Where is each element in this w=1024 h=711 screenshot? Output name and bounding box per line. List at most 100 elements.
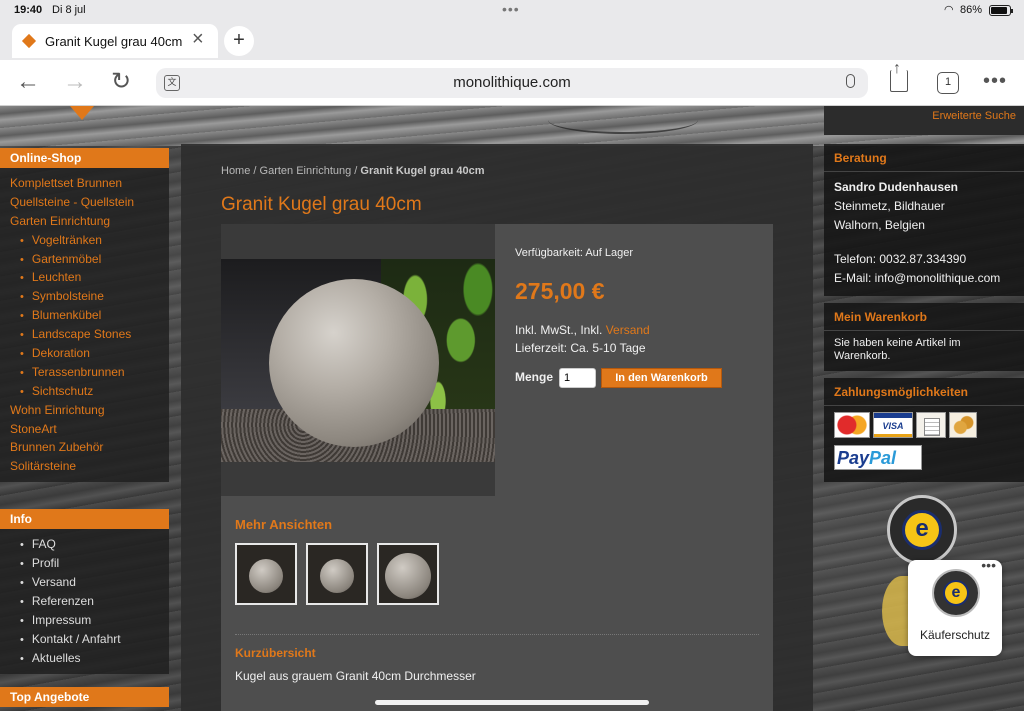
submenu-item[interactable]: Terassenbrunnen [0, 363, 169, 382]
left-sidebar: Online-Shop Komplettset Brunnen Quellste… [0, 148, 169, 708]
advice-box: Beratung Sandro Dudenhausen Steinmetz, B… [824, 144, 1024, 296]
payment-title: Zahlungsmöglichkeiten [824, 378, 1024, 406]
browser-tab[interactable]: Granit Kugel grau 40cm × [12, 24, 218, 58]
paypal-pay: Pay [837, 448, 870, 468]
more-menu-icon[interactable]: ••• [983, 70, 1007, 93]
home-indicator[interactable] [375, 700, 649, 705]
menu-item[interactable]: Quellsteine - Quellstein [0, 193, 169, 212]
invoice-icon [916, 412, 946, 438]
buyer-protection-widget[interactable]: ••• e Käuferschutz [908, 557, 1002, 656]
payment-box: Zahlungsmöglichkeiten VISA PayPal [824, 378, 1024, 482]
shop-menu: Komplettset Brunnen Quellsteine - Quells… [0, 168, 169, 483]
forward-icon[interactable]: → [63, 68, 87, 96]
header-decoration [548, 106, 698, 134]
visa-icon: VISA [873, 412, 913, 438]
advanced-search-link[interactable]: Erweiterte Suche [932, 110, 1016, 122]
back-icon[interactable]: ← [16, 68, 40, 96]
product-price: 275,00 € [515, 278, 605, 304]
thumbnail[interactable] [306, 543, 368, 605]
menu-item[interactable]: Garten Einrichtung [0, 212, 169, 231]
share-icon[interactable] [890, 60, 908, 92]
tax-info: Inkl. MwSt., Inkl. Versand [515, 323, 650, 337]
quantity-input[interactable] [559, 368, 596, 388]
menu-item[interactable]: Komplettset Brunnen [0, 174, 169, 193]
site-logo[interactable] [70, 106, 94, 122]
thumbnail[interactable] [235, 543, 297, 605]
trusted-shops-seal-icon[interactable]: e [887, 495, 957, 565]
advisor-name: Sandro Dudenhausen [834, 180, 959, 194]
availability-text: Verfügbarkeit: Auf Lager [515, 247, 634, 259]
info-menu: FAQ Profil Versand Referenzen Impressum … [0, 529, 169, 675]
breadcrumb-category[interactable]: Garten Einrichtung [260, 165, 352, 177]
quantity-label: Menge [515, 370, 554, 384]
info-item[interactable]: Impressum [0, 611, 169, 630]
tab-bar: Granit Kugel grau 40cm × + [0, 20, 1024, 60]
battery-percent: 86% [960, 4, 983, 16]
battery-icon [989, 5, 1013, 16]
advisor-role: Steinmetz, Bildhauer [834, 199, 945, 213]
address-bar[interactable]: 文 monolithique.com [156, 68, 868, 98]
cash-icon [949, 412, 977, 438]
submenu-item[interactable]: Gartenmöbel [0, 250, 169, 269]
submenu-item[interactable]: Symbolsteine [0, 287, 169, 306]
info-item[interactable]: Referenzen [0, 592, 169, 611]
shipping-link[interactable]: Versand [606, 323, 650, 337]
trusted-shops-badge-icon: e [932, 569, 980, 617]
status-bar: 19:40 Di 8 jul ••• ◠ 86% [0, 0, 1024, 20]
url-text: monolithique.com [453, 74, 571, 91]
microphone-icon[interactable] [846, 74, 855, 88]
info-item[interactable]: Versand [0, 573, 169, 592]
cart-title: Mein Warenkorb [824, 303, 1024, 331]
tab-title: Granit Kugel grau 40cm [45, 34, 183, 49]
delivery-time: Lieferzeit: Ca. 5-10 Tage [515, 341, 646, 355]
submenu-item[interactable]: Vogeltränken [0, 231, 169, 250]
email-prefix: E-Mail: [834, 271, 875, 285]
multitask-dots-icon[interactable]: ••• [502, 1, 520, 17]
add-to-cart-button[interactable]: In den Warenkorb [601, 368, 722, 388]
submenu-item[interactable]: Dekoration [0, 344, 169, 363]
info-item[interactable]: Aktuelles [0, 649, 169, 668]
thumbnail-ball [385, 553, 431, 599]
thumbnail[interactable] [377, 543, 439, 605]
status-date: Di 8 jul [52, 4, 86, 16]
widget-label: Käuferschutz [919, 628, 991, 642]
product-image[interactable] [221, 259, 495, 462]
status-time: 19:40 [14, 4, 43, 16]
product-title: Granit Kugel grau 40cm [221, 194, 422, 215]
cart-empty-text: Sie haben keine Artikel im Warenkorb. [834, 337, 961, 362]
top-offers-title: Top Angebote [0, 687, 169, 708]
browser-toolbar: ← → ↻ 文 monolithique.com 1 ••• [0, 60, 1024, 106]
info-item[interactable]: Kontakt / Anfahrt [0, 630, 169, 649]
submenu-item[interactable]: Landscape Stones [0, 325, 169, 344]
favicon-icon [21, 33, 37, 49]
mastercard-icon [834, 412, 870, 438]
breadcrumb-current: Granit Kugel grau 40cm [360, 165, 485, 177]
close-tab-icon[interactable]: × [192, 29, 204, 49]
submenu-item[interactable]: Sichtschutz [0, 382, 169, 401]
info-item[interactable]: Profil [0, 554, 169, 573]
breadcrumb-home[interactable]: Home [221, 165, 250, 177]
advisor-phone: Telefon: 0032.87.334390 [834, 252, 967, 266]
advisor-place: Walhorn, Belgien [834, 218, 925, 232]
menu-item[interactable]: Wohn Einrichtung [0, 401, 169, 420]
tab-count-button[interactable]: 1 [937, 72, 959, 94]
menu-item[interactable]: Solitärsteine [0, 457, 169, 476]
menu-item[interactable]: Brunnen Zubehör [0, 438, 169, 457]
submenu-item[interactable]: Leuchten [0, 268, 169, 287]
info-item[interactable]: FAQ [0, 535, 169, 554]
thumbnail-ball [249, 559, 283, 593]
right-sidebar: Beratung Sandro Dudenhausen Steinmetz, B… [824, 144, 1024, 489]
menu-item[interactable]: StoneArt [0, 420, 169, 439]
reload-icon[interactable]: ↻ [111, 68, 131, 96]
widget-menu-icon[interactable]: ••• [981, 557, 996, 573]
short-description-title: Kurzübersicht [235, 646, 316, 660]
email-link[interactable]: info@monolithique.com [875, 271, 1001, 285]
short-description-text: Kugel aus grauem Granit 40cm Durchmesser [235, 669, 476, 683]
badge-letter: e [943, 580, 969, 606]
image-granite-ball [269, 279, 439, 447]
submenu-item[interactable]: Blumenkübel [0, 306, 169, 325]
seal-letter: e [902, 510, 942, 550]
new-tab-button[interactable]: + [224, 26, 254, 56]
advisor-email-line: E-Mail: info@monolithique.com [834, 269, 1014, 288]
breadcrumb-separator: / [250, 165, 260, 177]
